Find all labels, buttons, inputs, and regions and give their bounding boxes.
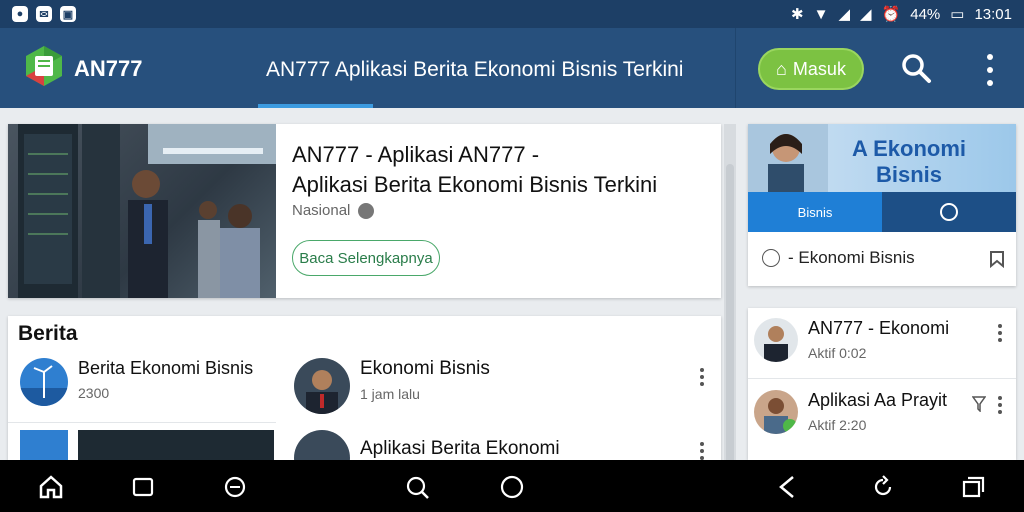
feed-item[interactable]: Aplikasi Aa Prayit Aktif 2:20 bbox=[754, 390, 947, 434]
circle-icon bbox=[762, 249, 780, 267]
divider bbox=[748, 378, 1016, 379]
avatar bbox=[754, 318, 798, 362]
divider bbox=[735, 28, 736, 108]
tabs-icon[interactable] bbox=[130, 474, 156, 500]
home-button-icon[interactable] bbox=[499, 474, 525, 500]
clock: 13:01 bbox=[974, 5, 1012, 23]
back-icon[interactable] bbox=[774, 474, 800, 500]
feed-item-title: Aplikasi Aa Prayit bbox=[808, 390, 948, 410]
list-item-title: Aplikasi Berita Ekonomi bbox=[360, 438, 560, 459]
presenter-image bbox=[748, 124, 828, 192]
photo-notification-icon: ▣ bbox=[60, 6, 76, 22]
app-bar: AN777 AN777 Aplikasi Berita Ekonomi Bisn… bbox=[0, 28, 1024, 108]
more-options-icon[interactable] bbox=[980, 54, 1000, 86]
divider bbox=[8, 422, 276, 423]
section-heading: Berita bbox=[18, 322, 78, 345]
hero-title-line-1: AN777 - Aplikasi AN777 - bbox=[292, 142, 540, 167]
brand-name: AN777 bbox=[74, 56, 143, 81]
read-more-button[interactable]: Baca Selengkapnya bbox=[292, 240, 440, 276]
notification-icon: ● bbox=[12, 6, 28, 22]
list-item[interactable]: Ekonomi Bisnis 1 jam lalu bbox=[294, 358, 490, 414]
home-icon[interactable] bbox=[38, 474, 64, 500]
hero-image bbox=[8, 124, 276, 298]
featured-tab-label: Bisnis bbox=[797, 204, 833, 220]
featured-tab-2[interactable] bbox=[882, 192, 1016, 232]
globe-icon bbox=[358, 202, 375, 219]
battery-icon: ▭ bbox=[950, 6, 965, 23]
login-icon: ⌂ bbox=[776, 58, 787, 79]
featured-caption[interactable]: - Ekonomi Bisnis bbox=[762, 248, 915, 268]
scrollbar[interactable] bbox=[724, 124, 736, 464]
featured-tabs: Bisnis bbox=[748, 192, 1016, 232]
avatar bbox=[754, 390, 798, 434]
login-button-label: Masuk bbox=[792, 58, 846, 79]
clock-icon bbox=[940, 203, 958, 221]
battery-percent: 44% bbox=[910, 5, 941, 23]
list-item-subtitle: 1 jam lalu bbox=[360, 386, 420, 402]
assistant-icon[interactable] bbox=[222, 474, 248, 500]
feed-item-subtitle: Aktif 0:02 bbox=[808, 345, 867, 361]
refresh-icon[interactable] bbox=[870, 474, 896, 500]
wind-turbine-thumbnail bbox=[20, 358, 68, 406]
item-more-icon[interactable] bbox=[700, 442, 704, 460]
login-button[interactable]: ⌂ Masuk bbox=[758, 48, 864, 90]
list-item-title: Berita Ekonomi Bisnis bbox=[78, 358, 254, 378]
hero-title[interactable]: AN777 - Aplikasi AN777 - Aplikasi Berita… bbox=[292, 140, 712, 200]
item-more-icon[interactable] bbox=[998, 396, 1002, 414]
featured-card[interactable]: A Ekonomi Bisnis Bisnis - Ekonomi Bisnis bbox=[748, 124, 1016, 286]
app-notification-icon: ✉ bbox=[36, 6, 52, 22]
item-more-icon[interactable] bbox=[998, 324, 1002, 342]
wifi-icon: ▼ bbox=[813, 5, 829, 23]
news-section: Berita Berita Ekonomi Bisnis 2300 Ekonom… bbox=[8, 316, 721, 486]
bookmark-icon[interactable] bbox=[988, 250, 1006, 268]
feed-card: AN777 - Ekonomi Aktif 0:02 Aplikasi Aa P… bbox=[748, 308, 1016, 460]
featured-banner: A Ekonomi Bisnis bbox=[748, 124, 1016, 192]
list-item-title: Ekonomi Bisnis bbox=[360, 358, 490, 379]
hero-title-line-2: Aplikasi Berita Ekonomi Bisnis Terkini bbox=[292, 172, 658, 197]
list-item[interactable]: Berita Ekonomi Bisnis 2300 bbox=[20, 358, 253, 406]
filter-icon[interactable] bbox=[972, 396, 986, 412]
app-logo-icon[interactable] bbox=[22, 44, 66, 88]
signal-icon: ◢ bbox=[860, 6, 872, 23]
signal-icon: ◢ bbox=[838, 6, 850, 23]
list-item-subtitle: 2300 bbox=[78, 385, 110, 401]
feed-item-title: AN777 - Ekonomi bbox=[808, 318, 950, 338]
status-bar: ● ✉ ▣ ✱ ▼ ◢ ◢ ⏰ 44% ▭ 13:01 bbox=[0, 0, 1024, 28]
hero-card[interactable]: AN777 - Aplikasi AN777 - Aplikasi Berita… bbox=[8, 124, 721, 298]
page-title[interactable]: AN777 Aplikasi Berita Ekonomi Bisnis Ter… bbox=[266, 58, 683, 82]
alarm-icon: ⏰ bbox=[881, 6, 901, 23]
hero-meta: Nasional bbox=[292, 202, 375, 219]
search-icon[interactable] bbox=[404, 474, 430, 500]
featured-tab-1[interactable]: Bisnis bbox=[748, 192, 882, 232]
item-more-icon[interactable] bbox=[700, 368, 704, 386]
scrollbar-thumb[interactable] bbox=[726, 164, 734, 464]
avatar bbox=[294, 358, 350, 414]
featured-caption-text: - Ekonomi Bisnis bbox=[788, 248, 915, 267]
system-nav-bar bbox=[0, 460, 1024, 512]
search-icon[interactable] bbox=[900, 52, 932, 84]
recent-apps-icon[interactable] bbox=[960, 474, 986, 500]
hero-category: Nasional bbox=[292, 202, 351, 219]
bluetooth-icon: ✱ bbox=[791, 6, 804, 23]
featured-banner-title: A Ekonomi Bisnis bbox=[851, 136, 967, 187]
feed-item-subtitle: Aktif 2:20 bbox=[808, 417, 867, 433]
active-tab-indicator bbox=[258, 104, 373, 108]
feed-item[interactable]: AN777 - Ekonomi Aktif 0:02 bbox=[754, 318, 949, 362]
